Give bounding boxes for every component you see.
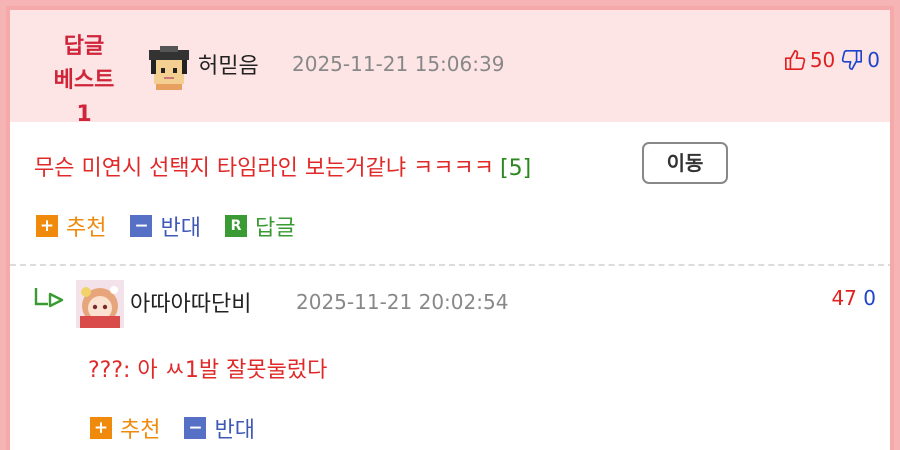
best-reply-badge: 답글 베스트1: [50, 30, 118, 132]
reply-arrow-icon: [34, 288, 64, 308]
thumbs-up-icon[interactable]: [784, 49, 806, 71]
reply-datetime: 2025-11-21 20:02:54: [296, 290, 509, 314]
reply-r-icon: R: [224, 215, 247, 237]
anime-avatar-icon: [76, 280, 124, 328]
comment-text: 무슨 미연시 선택지 타임라인 보는거같냐 ㅋㅋㅋㅋ: [34, 156, 495, 181]
reply-avatar[interactable]: [76, 280, 124, 328]
author-nickname[interactable]: 허믿음: [198, 48, 259, 80]
comment-datetime: 2025-11-21 15:06:39: [292, 52, 505, 76]
divider: [10, 264, 890, 266]
oppose-label: 반대: [160, 216, 201, 241]
plus-icon: +: [36, 215, 58, 237]
reply-up-count: 47: [831, 286, 857, 310]
down-count: 0: [867, 48, 880, 72]
reply-count[interactable]: [5]: [500, 156, 531, 181]
reply-button[interactable]: R 답글: [224, 210, 296, 242]
reply-down-count: 0: [863, 286, 876, 310]
comment-body: 무슨 미연시 선택지 타임라인 보는거같냐 ㅋㅋㅋㅋ [5]: [34, 150, 531, 182]
reply-body: ???: 아 ㅆ1발 잘못눌렀다: [88, 358, 328, 383]
move-button[interactable]: 이동: [642, 142, 728, 184]
comment-actions: + 추천 − 반대 R 답글: [36, 210, 295, 242]
avatar[interactable]: [146, 44, 192, 90]
badge-line1: 답글: [63, 34, 105, 59]
oppose-button[interactable]: − 반대: [130, 210, 201, 242]
up-count: 50: [809, 48, 836, 72]
badge-line2: 베스트1: [53, 68, 115, 127]
pixel-avatar-icon: [146, 44, 192, 90]
recommend-label: 추천: [66, 216, 107, 241]
reply-recommend-button[interactable]: + 추천: [90, 412, 160, 444]
reply-actions: + 추천 − 반대: [90, 412, 255, 444]
minus-icon: −: [184, 417, 207, 439]
recommend-button[interactable]: + 추천: [36, 210, 106, 242]
reply-vote-counts: 47 0: [831, 286, 876, 310]
best-comment-header: 답글 베스트1 허믿음 2025-11-21 15:06:39 50 0: [10, 10, 890, 127]
minus-icon: −: [130, 215, 153, 237]
reply-label: 답글: [254, 216, 296, 241]
reply-author-nickname[interactable]: 아따아따단비: [130, 286, 251, 318]
vote-counts: 50 0: [784, 48, 880, 72]
reply-oppose-button[interactable]: − 반대: [184, 412, 255, 444]
recommend-label: 추천: [120, 418, 161, 443]
oppose-label: 반대: [214, 418, 255, 443]
thumbs-down-icon[interactable]: [841, 49, 863, 71]
plus-icon: +: [90, 417, 112, 439]
comment-panel: 답글 베스트1 허믿음 2025-11-21 15:06:39 50 0 무슨 …: [6, 6, 894, 450]
